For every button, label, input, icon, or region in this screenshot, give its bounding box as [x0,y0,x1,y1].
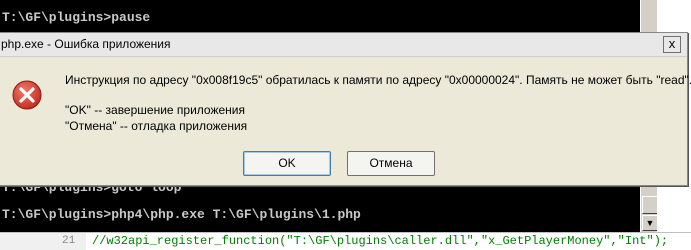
ok-button[interactable]: OK [243,151,331,176]
dialog-title: php.exe - Ошибка приложения [1,37,171,51]
cancel-hint: "Отмена" -- отладка приложения [65,119,248,133]
close-button[interactable]: x [663,36,681,53]
application-error-dialog: php.exe - Ошибка приложения x Инструкция… [0,32,691,186]
console-line: T:\GF\plugins>php4\php.exe T:\GF\plugins… [2,207,361,222]
error-message: Инструкция по адресу "0x008f19c5" обрати… [65,73,691,87]
line-number: 21 [62,235,76,247]
error-icon [12,80,42,110]
dialog-titlebar[interactable]: php.exe - Ошибка приложения x [0,33,687,57]
console-line: T:\GF\plugins>pause [2,10,151,25]
ok-hint: "OK" -- завершение приложения [65,103,245,117]
editor-code-line: 21 //w32api_register_function("T:\GF\plu… [0,232,691,250]
scrollbar-thumb[interactable] [642,196,658,214]
cancel-button[interactable]: Отмена [347,151,435,176]
code-text: //w32api_register_function("T:\GF\plugin… [92,234,669,248]
scroll-down-arrow-icon[interactable]: ▼ [642,215,658,231]
